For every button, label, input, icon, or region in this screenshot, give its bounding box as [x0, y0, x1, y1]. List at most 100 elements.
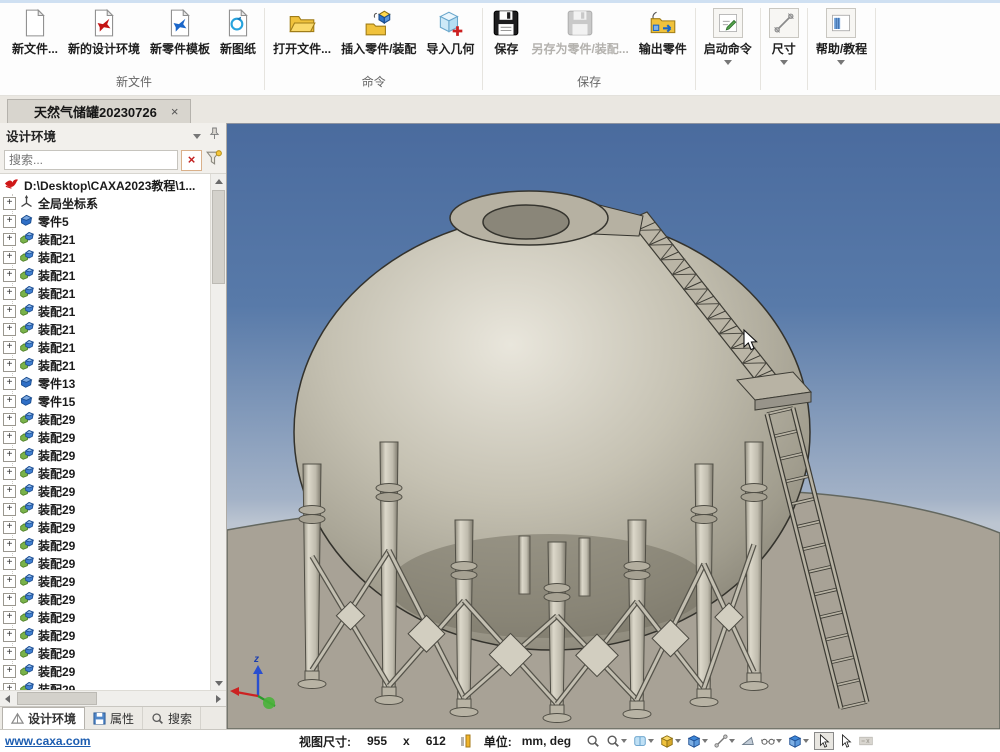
visibility-icon[interactable] — [760, 733, 783, 749]
tree-item-asm21-3[interactable]: +装配21 — [0, 266, 210, 284]
open-file-button[interactable]: 打开文件... — [270, 6, 334, 59]
expand-toggle-icon[interactable]: + — [3, 449, 16, 462]
expand-toggle-icon[interactable]: + — [3, 647, 16, 660]
tree-item-asm29-8[interactable]: +装配29 — [0, 536, 210, 554]
tree-item-asm29-7[interactable]: +装配29 — [0, 518, 210, 536]
filter-funnel-icon[interactable] — [205, 149, 222, 171]
properties-tab[interactable]: 属性 — [85, 707, 143, 729]
expand-toggle-icon[interactable]: + — [3, 593, 16, 606]
document-tab[interactable]: 天然气储罐20230726 × — [7, 99, 191, 123]
tree-item-asm29-4[interactable]: +装配29 — [0, 464, 210, 482]
expand-toggle-icon[interactable]: + — [3, 377, 16, 390]
expand-toggle-icon[interactable]: + — [3, 413, 16, 426]
tree-item-part15[interactable]: +零件15 — [0, 392, 210, 410]
expand-toggle-icon[interactable]: + — [3, 683, 16, 691]
tree-item-asm29-2[interactable]: +装配29 — [0, 428, 210, 446]
measure-tool-icon[interactable] — [713, 733, 736, 749]
tree-item-asm29-5[interactable]: +装配29 — [0, 482, 210, 500]
expand-toggle-icon[interactable]: + — [3, 467, 16, 480]
expand-toggle-icon[interactable]: + — [3, 323, 16, 336]
launch-command-button[interactable]: 启动命令 — [701, 6, 755, 67]
horizontal-scroll-thumb[interactable] — [17, 692, 97, 705]
expand-toggle-icon[interactable]: + — [3, 665, 16, 678]
expand-toggle-icon[interactable]: + — [3, 395, 16, 408]
expand-toggle-icon[interactable]: + — [3, 251, 16, 264]
tree-item-asm29-12[interactable]: +装配29 — [0, 608, 210, 626]
export-part-button[interactable]: 输出零件 — [636, 6, 690, 59]
insert-part-button[interactable]: 插入零件/装配 — [338, 6, 419, 59]
scroll-right-arrow[interactable] — [211, 691, 226, 706]
expand-toggle-icon[interactable]: + — [3, 521, 16, 534]
tree-item-asm21-5[interactable]: +装配21 — [0, 302, 210, 320]
tree-item-asm29-13[interactable]: +装配29 — [0, 626, 210, 644]
vertical-scroll-thumb[interactable] — [212, 190, 225, 284]
save-button[interactable]: 保存 — [488, 6, 524, 59]
zoom-icon[interactable] — [585, 733, 601, 749]
tree-item-asm21-2[interactable]: +装配21 — [0, 248, 210, 266]
expand-toggle-icon[interactable]: + — [3, 539, 16, 552]
search-input[interactable] — [4, 150, 178, 170]
tree-item-asm21-8[interactable]: +装配21 — [0, 356, 210, 374]
expand-toggle-icon[interactable]: + — [3, 305, 16, 318]
tree-item-asm29-15[interactable]: +装配29 — [0, 662, 210, 680]
3d-viewport[interactable]: z — [227, 123, 1000, 729]
solid-display-icon[interactable] — [787, 733, 810, 749]
expand-toggle-icon[interactable]: + — [3, 611, 16, 624]
expand-toggle-icon[interactable]: + — [3, 215, 16, 228]
dimension-button[interactable]: 尺寸 — [766, 6, 802, 67]
tree-item-asm29-11[interactable]: +装配29 — [0, 590, 210, 608]
zoom-mode-icon[interactable] — [605, 733, 628, 749]
tree-item-asm21-4[interactable]: +装配21 — [0, 284, 210, 302]
expand-toggle-icon[interactable]: + — [3, 629, 16, 642]
pointer-tool-icon[interactable] — [838, 733, 854, 749]
tree-horizontal-scrollbar[interactable] — [0, 690, 226, 706]
tree-item-asm29-9[interactable]: +装配29 — [0, 554, 210, 572]
tree-item-asm21-7[interactable]: +装配21 — [0, 338, 210, 356]
search-tab[interactable]: 搜索 — [143, 707, 201, 729]
expand-toggle-icon[interactable]: + — [3, 269, 16, 282]
tree-item-part13[interactable]: +零件13 — [0, 374, 210, 392]
new-file-button[interactable]: 新文件... — [9, 6, 61, 59]
pin-icon[interactable] — [209, 127, 220, 143]
new-design-env-button[interactable]: 新的设计环境 — [65, 6, 143, 59]
extra-tools-icon[interactable] — [858, 733, 874, 749]
new-drawing-button[interactable]: 新图纸 — [217, 6, 259, 59]
expand-toggle-icon[interactable]: + — [3, 197, 16, 210]
expand-toggle-icon[interactable]: + — [3, 557, 16, 570]
expand-toggle-icon[interactable]: + — [3, 575, 16, 588]
import-geometry-button[interactable]: 导入几何 — [423, 6, 477, 59]
clear-search-icon[interactable]: × — [181, 150, 202, 171]
design-env-tab[interactable]: 设计环境 — [2, 707, 85, 729]
panel-collapse-icon[interactable] — [193, 134, 201, 139]
view-orientation-icon[interactable] — [686, 733, 709, 749]
expand-toggle-icon[interactable]: + — [3, 359, 16, 372]
tree-item-asm29-6[interactable]: +装配29 — [0, 500, 210, 518]
tree-item-asm29-3[interactable]: +装配29 — [0, 446, 210, 464]
expand-toggle-icon[interactable]: + — [3, 287, 16, 300]
render-style-icon[interactable] — [659, 733, 682, 749]
tree-item-global-coords[interactable]: +全局坐标系 — [0, 194, 210, 212]
close-tab-icon[interactable]: × — [171, 105, 179, 118]
expand-toggle-icon[interactable]: + — [3, 503, 16, 516]
tree-item-asm21-6[interactable]: +装配21 — [0, 320, 210, 338]
caxa-link[interactable]: www.caxa.com — [5, 734, 91, 748]
tree-item-asm21-1[interactable]: +装配21 — [0, 230, 210, 248]
save-as-button[interactable]: 另存为零件/装配... — [528, 6, 631, 59]
tree-item-asm29-14[interactable]: +装配29 — [0, 644, 210, 662]
tree-item-asm29-10[interactable]: +装配29 — [0, 572, 210, 590]
section-view-icon[interactable] — [740, 733, 756, 749]
expand-toggle-icon[interactable]: + — [3, 485, 16, 498]
tree-item-part5[interactable]: +零件5 — [0, 212, 210, 230]
tree-item-asm29-1[interactable]: +装配29 — [0, 410, 210, 428]
tree-item-root[interactable]: D:\Desktop\CAXA2023教程\1... — [0, 176, 210, 194]
new-part-template-button[interactable]: 新零件模板 — [147, 6, 213, 59]
help-tutorial-button[interactable]: 帮助/教程 — [813, 6, 870, 67]
tree-vertical-scrollbar[interactable] — [210, 174, 226, 690]
expand-toggle-icon[interactable]: + — [3, 233, 16, 246]
expand-toggle-icon[interactable]: + — [3, 341, 16, 354]
scroll-up-arrow[interactable] — [211, 174, 226, 188]
scroll-left-arrow[interactable] — [0, 691, 15, 706]
tree-item-asm29-16[interactable]: +装配29 — [0, 680, 210, 690]
scroll-down-arrow[interactable] — [211, 676, 226, 690]
expand-toggle-icon[interactable]: + — [3, 431, 16, 444]
